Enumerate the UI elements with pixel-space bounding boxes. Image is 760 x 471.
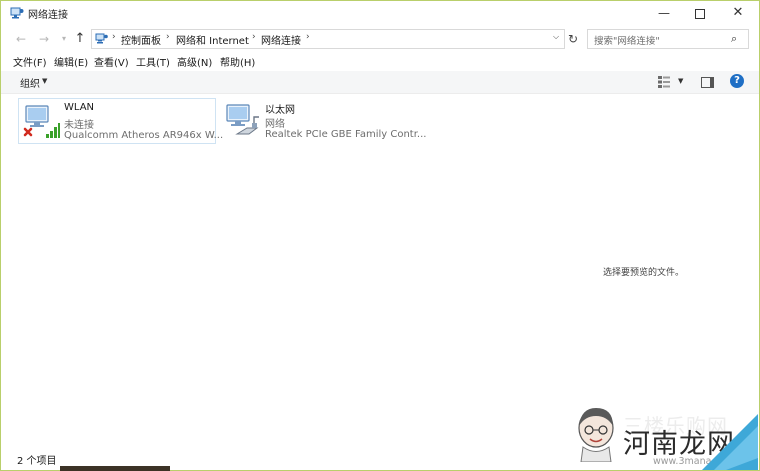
file-list-area: WLAN 未连接 Qualcomm Atheros AR946x W... 以太… <box>1 94 759 446</box>
network-connections-icon <box>95 33 108 44</box>
menu-advanced[interactable]: 高级(N) <box>177 54 212 69</box>
menu-help[interactable]: 帮助(H) <box>220 54 255 69</box>
title-bar: 网络连接 — ✕ <box>1 1 759 25</box>
connection-status: 未连接 <box>64 120 94 131</box>
forward-button[interactable]: → <box>36 30 52 48</box>
breadcrumb-network-internet[interactable]: 网络和 Internet <box>176 32 249 47</box>
window-title: 网络连接 <box>28 10 68 21</box>
breadcrumb-separator-icon: › <box>306 32 310 42</box>
wireless-adapter-disconnected-icon <box>23 105 60 138</box>
navigation-bar: ← → ▾ ↑ › 控制面板 › 网络和 Internet › 网络连接 › ⌵… <box>1 27 759 51</box>
organize-button[interactable]: 组织 <box>20 75 40 90</box>
connection-name: WLAN <box>64 102 95 113</box>
connection-status: 网络 <box>265 119 285 130</box>
arrow-left-icon: ← <box>15 32 27 46</box>
search-icon[interactable]: ⌕ <box>731 32 737 46</box>
taskbar-fragment <box>60 466 170 471</box>
details-view-icon[interactable] <box>721 453 733 465</box>
address-dropdown-icon[interactable]: ⌵ <box>553 32 559 42</box>
preview-pane-message: 选择要预览的文件。 <box>603 268 685 278</box>
breadcrumb-network-connections[interactable]: 网络连接 <box>261 32 301 47</box>
breadcrumb-control-panel[interactable]: 控制面板 <box>121 32 161 47</box>
back-button[interactable]: ← <box>13 30 29 48</box>
minimize-button[interactable]: — <box>646 1 682 25</box>
search-placeholder: 搜索"网络连接" <box>594 36 660 47</box>
command-bar: 组织 ▼ ▼ ? <box>1 71 759 94</box>
refresh-icon: ↻ <box>567 32 579 46</box>
menu-file[interactable]: 文件(F) <box>13 54 47 69</box>
view-options-dropdown-icon[interactable]: ▼ <box>678 77 683 85</box>
connection-name: 以太网 <box>265 105 295 116</box>
breadcrumb-separator-icon: › <box>252 32 256 42</box>
connection-tile-ethernet[interactable]: 以太网 网络 Realtek PCIe GBE Family Contr... <box>220 98 426 142</box>
menu-tools[interactable]: 工具(T) <box>136 54 170 69</box>
chevron-down-icon: ▾ <box>61 34 66 43</box>
connection-device: Qualcomm Atheros AR946x W... <box>64 130 224 141</box>
arrow-right-icon: → <box>38 32 50 46</box>
network-folder-icon <box>10 7 24 19</box>
recent-locations-button[interactable]: ▾ <box>56 30 72 48</box>
maximize-icon <box>695 8 705 19</box>
up-button[interactable]: ↑ <box>72 30 88 48</box>
chevron-down-icon[interactable]: ▼ <box>42 77 47 85</box>
breadcrumb-separator-icon: › <box>166 32 170 42</box>
change-view-icon[interactable] <box>658 76 670 88</box>
explorer-window: 网络连接 — ✕ ← → ▾ ↑ › 控制面板 › 网络和 Internet ›… <box>0 0 760 471</box>
connection-device: Realtek PCIe GBE Family Contr... <box>265 129 427 140</box>
arrow-up-icon: ↑ <box>74 31 86 46</box>
menu-view[interactable]: 查看(V) <box>94 54 129 69</box>
close-button[interactable]: ✕ <box>720 1 756 25</box>
address-bar[interactable]: › 控制面板 › 网络和 Internet › 网络连接 › ⌵ <box>91 29 565 49</box>
preview-pane-icon[interactable] <box>701 77 714 88</box>
search-box[interactable]: 搜索"网络连接" ⌕ <box>587 29 749 49</box>
large-icons-view-icon[interactable] <box>738 453 750 465</box>
maximize-button[interactable] <box>682 1 718 25</box>
menu-bar: 文件(F) 编辑(E) 查看(V) 工具(T) 高级(N) 帮助(H) <box>1 53 759 70</box>
item-count: 2 个项目 <box>17 456 57 467</box>
help-button[interactable]: ? <box>730 74 744 88</box>
ethernet-adapter-icon <box>226 104 259 135</box>
connection-tile-wlan[interactable]: WLAN 未连接 Qualcomm Atheros AR946x W... <box>18 98 223 144</box>
refresh-button[interactable]: ↻ <box>565 29 581 49</box>
breadcrumb-separator-icon: › <box>112 32 116 42</box>
menu-edit[interactable]: 编辑(E) <box>54 54 88 69</box>
